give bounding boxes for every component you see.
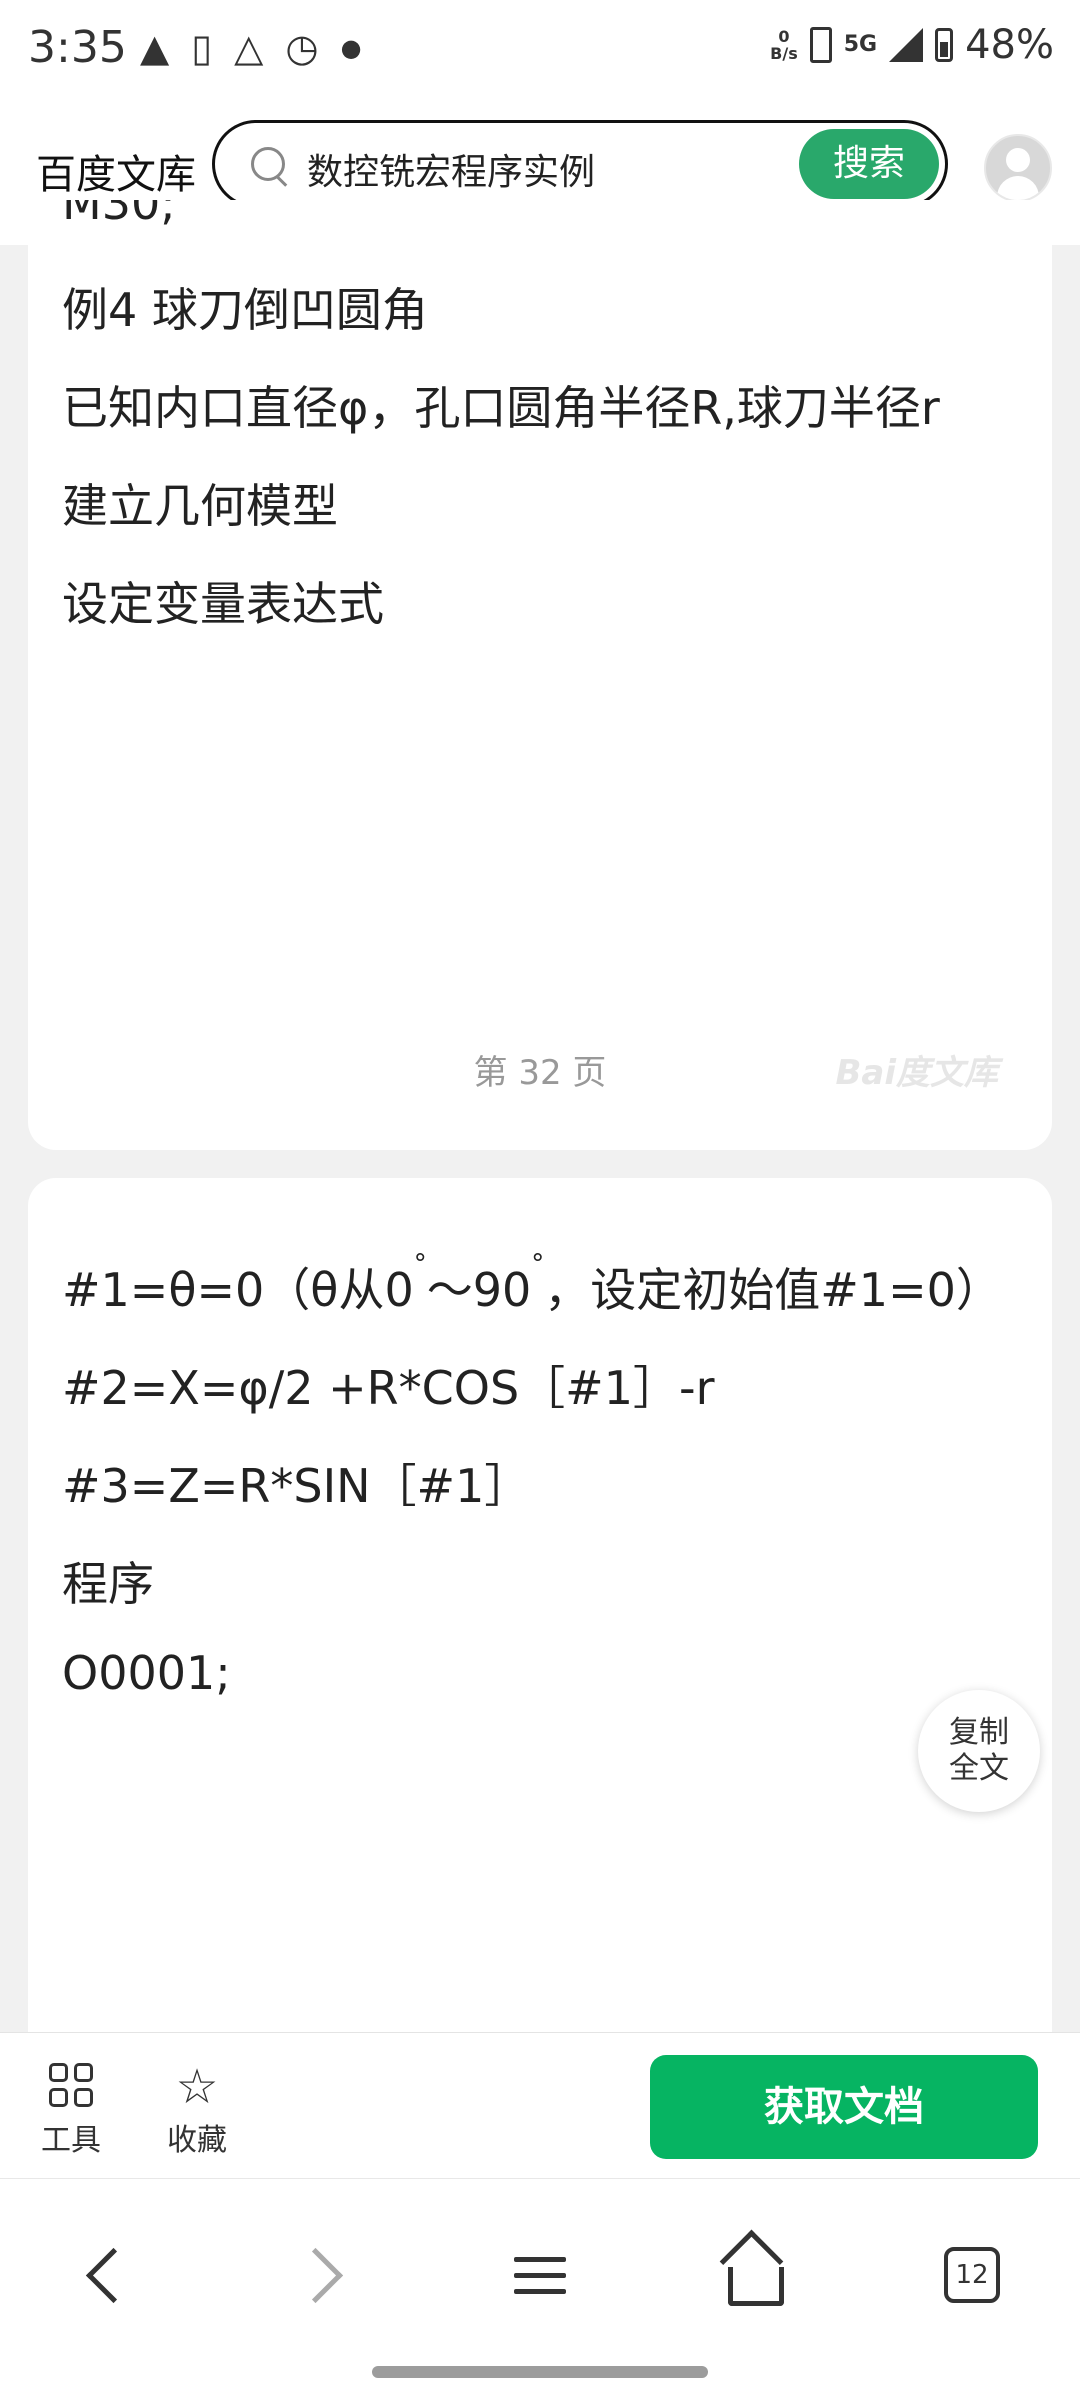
doc-line: 已知内口直径φ，孔口圆角半径R,球刀半径r	[62, 381, 940, 435]
doc-line: #2=X=φ/2 +R*COS［#1］-r	[62, 1361, 715, 1415]
baidu-watermark: Bai度文库	[835, 1053, 998, 1093]
action-bar: 工具 ☆ 收藏 获取文档	[0, 2032, 1080, 2179]
search-icon	[251, 147, 285, 181]
back-button[interactable]	[66, 2235, 146, 2315]
baidu-wenku-logo[interactable]: 百度文库	[36, 142, 196, 200]
grid-icon	[49, 2063, 93, 2107]
status-bar: 3:35 ▲ ▯ △ ◷ ● 0 B/s 5G 48%	[0, 0, 1080, 100]
favorite-button[interactable]: ☆ 收藏	[152, 2063, 242, 2159]
tab-count: 12	[944, 2247, 1000, 2303]
copy-all-button[interactable]: 复制 全文	[918, 1690, 1040, 1812]
dot-icon: ●	[340, 34, 362, 62]
status-time: 3:35	[28, 22, 127, 73]
doc-line: #1=θ=0（θ从0°～90°，设定初始值#1=0）	[62, 1249, 1002, 1317]
status-right-icons: 0 B/s 5G 48%	[770, 22, 1054, 68]
favorite-label: 收藏	[167, 2123, 227, 2158]
net-speed: 0 B/s	[770, 27, 798, 63]
search-input[interactable]: 数控铣宏程序实例	[307, 143, 595, 195]
doc-line: 程序	[62, 1557, 154, 1611]
document-page-33: #1=θ=0（θ从0°～90°，设定初始值#1=0） #2=X=φ/2 +R*C…	[28, 1178, 1052, 2038]
home-icon	[728, 2266, 784, 2306]
tools-label: 工具	[41, 2123, 101, 2158]
gesture-home-indicator[interactable]	[372, 2366, 708, 2378]
forward-button[interactable]	[282, 2235, 362, 2315]
star-icon: ☆	[175, 2059, 219, 2115]
doc-line: O0001;	[62, 1646, 231, 1700]
get-document-button[interactable]: 获取文档	[650, 2055, 1038, 2159]
doc-line: M30;	[62, 200, 176, 230]
battery-percent: 48%	[965, 22, 1054, 68]
sim-icon	[809, 27, 832, 63]
home-button[interactable]	[716, 2235, 796, 2315]
tabs-button[interactable]: 12	[932, 2235, 1012, 2315]
menu-icon	[514, 2246, 566, 2305]
clock-icon: ◷	[285, 26, 319, 70]
chevron-left-icon	[85, 2247, 141, 2303]
phone-sync-icon: ▯	[191, 26, 213, 70]
search-bar[interactable]: 数控铣宏程序实例 搜索	[212, 120, 948, 208]
doc-line: 设定变量表达式	[62, 577, 384, 631]
search-button[interactable]: 搜索	[799, 129, 939, 199]
menu-button[interactable]	[500, 2235, 580, 2315]
document-page-32: M30; 例4 球刀倒凹圆角 已知内口直径φ，孔口圆角半径R,球刀半径r 建立几…	[28, 200, 1052, 1150]
avatar[interactable]	[984, 134, 1052, 202]
doc-line: #3=Z=R*SIN［#1］	[62, 1459, 531, 1513]
signal-icon	[889, 28, 924, 62]
network-type: 5G	[843, 32, 878, 57]
doc-line: 例4 球刀倒凹圆角	[62, 283, 428, 337]
doc-line: 建立几何模型	[62, 479, 338, 533]
tools-button[interactable]: 工具	[26, 2063, 116, 2159]
status-notification-icons: ▲ ▯ △ ◷ ●	[140, 28, 362, 68]
warning-icon: ▲	[140, 26, 170, 70]
battery-icon	[935, 28, 954, 62]
chevron-right-icon	[287, 2247, 343, 2303]
alert-icon: △	[234, 26, 264, 70]
